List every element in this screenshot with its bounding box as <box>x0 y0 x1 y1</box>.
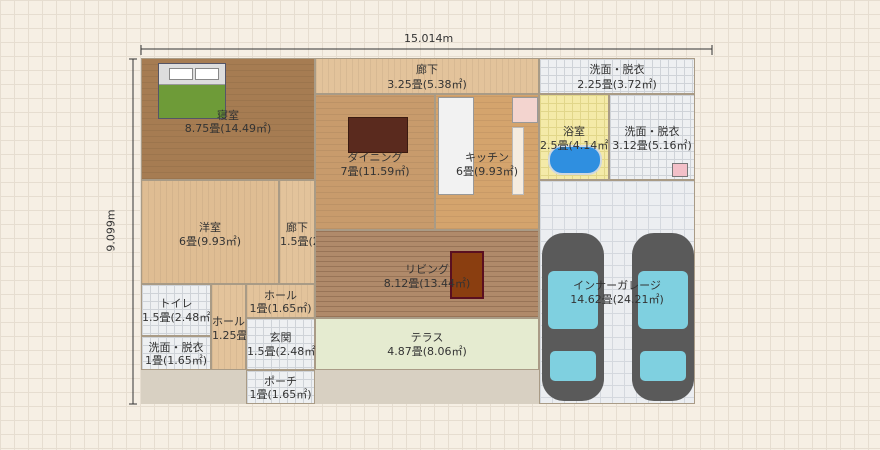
toilet[interactable]: トイレ 1.5畳(2.48㎡) <box>141 284 215 336</box>
hall-tall-area: 1.25畳(2.07㎡) <box>212 329 292 342</box>
western-room-name: 洋室 <box>199 221 221 234</box>
car-left <box>542 233 604 401</box>
hall-mid-area: 1.5畳(2.48㎡) <box>280 235 353 248</box>
height-dimension: 9.099m <box>104 209 118 252</box>
entrance-area: 1.5畳(2.48㎡) <box>247 345 320 358</box>
living-name: リビング <box>405 263 449 276</box>
washroom-small-name: 洗面・脱衣 <box>148 341 204 354</box>
washroom-small[interactable]: 洗面・脱衣 1畳(1.65㎡) <box>141 336 211 370</box>
porch-name: ポーチ <box>264 375 297 388</box>
terrace-area: 4.87畳(8.06㎡) <box>387 345 467 358</box>
dining-table <box>348 117 408 153</box>
bedroom-name: 寝室 <box>217 109 239 122</box>
washing-machine <box>672 163 688 177</box>
hall-mid-name: 廊下 <box>286 221 308 234</box>
washroom-right[interactable]: 洗面・脱衣 3.12畳(5.16㎡) <box>609 94 695 180</box>
dining[interactable]: ダイニング 7畳(11.59㎡) <box>315 94 435 230</box>
fridge <box>512 97 538 123</box>
washroom-top[interactable]: 洗面・脱衣 2.25畳(3.72㎡) <box>539 58 695 94</box>
garage-name: インナーガレージ <box>573 279 661 292</box>
kitchen-area: 6畳(9.93㎡) <box>455 165 519 178</box>
width-dimension: 15.014m <box>404 32 454 45</box>
bath-name: 浴室 <box>563 125 585 138</box>
hall-top[interactable]: 廊下 3.25畳(5.38㎡) <box>315 58 539 94</box>
kitchen-name: キッチン <box>465 151 509 164</box>
bedroom[interactable]: 寝室 8.75畳(14.49㎡) <box>141 58 315 180</box>
washroom-small-area: 1畳(1.65㎡) <box>144 354 208 367</box>
terrace[interactable]: テラス 4.87畳(8.06㎡) <box>315 318 539 370</box>
western-room-area: 6畳(9.93㎡) <box>178 235 242 248</box>
porch-area: 1畳(1.65㎡) <box>249 388 312 401</box>
car-right <box>632 233 694 401</box>
hall-small-area: 1畳(1.65㎡) <box>249 302 312 315</box>
living[interactable]: リビング 8.12畳(13.44㎡) <box>315 230 539 318</box>
dining-name: ダイニング <box>347 151 403 164</box>
washroom-right-area: 3.12畳(5.16㎡) <box>612 139 692 152</box>
hall-small[interactable]: ホール 1畳(1.65㎡) <box>246 284 315 318</box>
porch[interactable]: ポーチ 1畳(1.65㎡) <box>246 370 315 404</box>
washroom-top-name: 洗面・脱衣 <box>589 63 645 76</box>
hall-tall[interactable]: ホール 1.25畳(2.07㎡) <box>211 284 292 370</box>
washroom-top-area: 2.25畳(3.72㎡) <box>577 78 657 91</box>
hall-small-name: ホール <box>264 289 297 302</box>
dining-area: 7畳(11.59㎡) <box>340 165 410 178</box>
hall-tall-name: ホール <box>212 315 245 328</box>
toilet-name: トイレ <box>159 297 193 310</box>
bedroom-area: 8.75畳(14.49㎡) <box>184 122 272 135</box>
living-area: 8.12畳(13.44㎡) <box>383 277 471 290</box>
bath-area: 2.5畳(4.14㎡) <box>540 139 613 152</box>
entrance-name: 玄関 <box>269 331 292 344</box>
hall-mid[interactable]: 廊下 1.5畳(2.48㎡) <box>279 180 353 284</box>
washroom-right-name: 洗面・脱衣 <box>624 125 680 138</box>
toilet-area: 1.5畳(2.48㎡) <box>142 311 215 324</box>
bath[interactable]: 浴室 2.5畳(4.14㎡) <box>539 94 613 180</box>
kitchen[interactable]: キッチン 6畳(9.93㎡) <box>435 94 539 230</box>
kitchen-counter <box>438 97 474 195</box>
terrace-name: テラス <box>410 331 444 344</box>
hall-top-area: 3.25畳(5.38㎡) <box>387 78 467 91</box>
entrance[interactable]: 玄関 1.5畳(2.48㎡) <box>246 318 320 370</box>
hall-top-name: 廊下 <box>416 63 438 76</box>
western-room[interactable]: 洋室 6畳(9.93㎡) <box>141 180 279 284</box>
inner-garage[interactable]: インナーガレージ 14.62畳(24.21㎡) <box>539 180 695 404</box>
garage-area: 14.62畳(24.21㎡) <box>570 293 664 306</box>
